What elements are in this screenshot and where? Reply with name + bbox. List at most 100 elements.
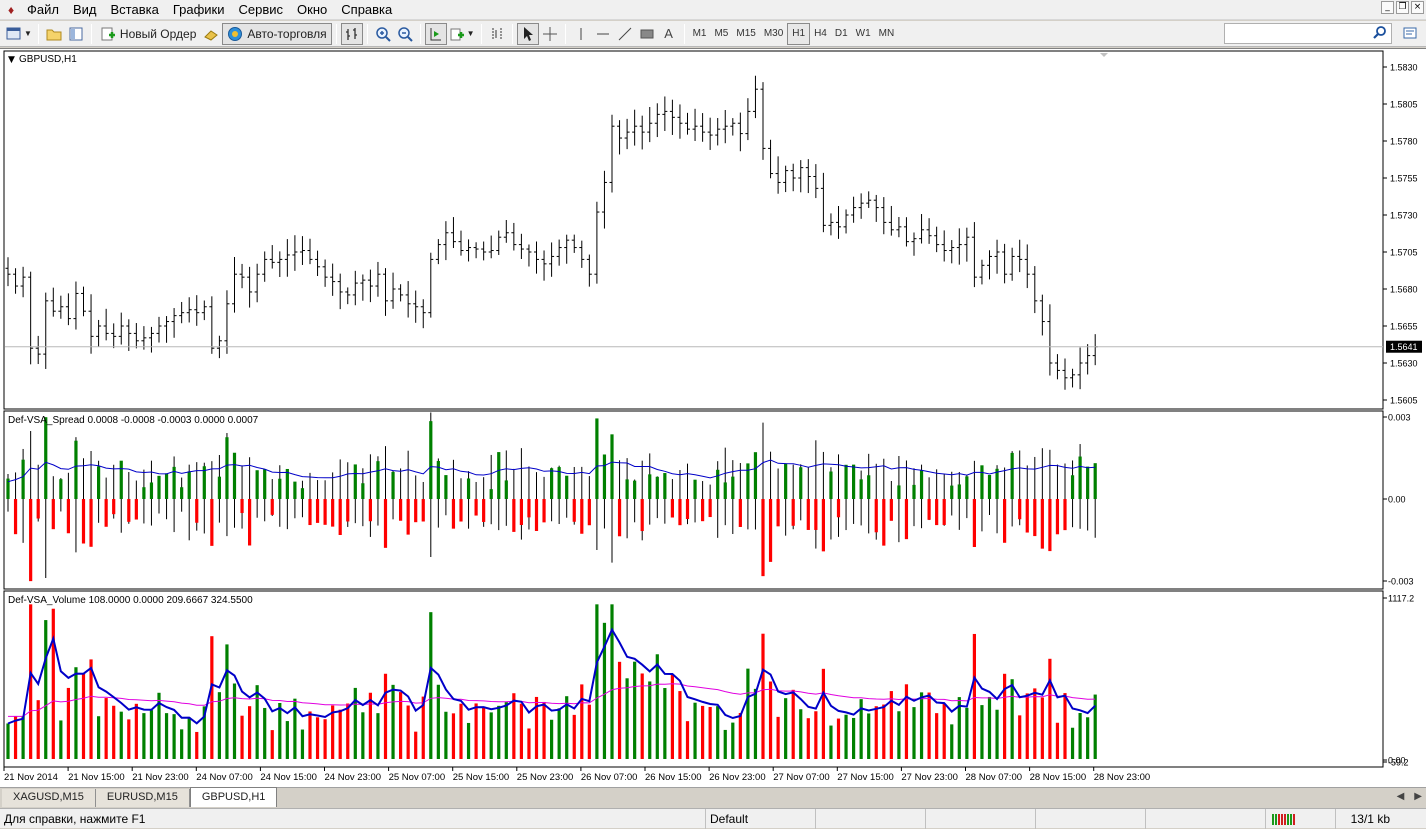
cursor-tool-button[interactable] <box>516 22 539 45</box>
indicators-button[interactable]: ▼ <box>447 23 477 45</box>
symbol-dropdown-icon[interactable]: ▼ <box>8 55 15 65</box>
timeframe-h1[interactable]: H1 <box>787 22 811 45</box>
spread-bull-bar <box>300 488 305 499</box>
zoom-in-button[interactable] <box>372 23 394 45</box>
period-separators-button[interactable] <box>486 23 508 45</box>
autotrade-button[interactable]: Авто-торговля <box>222 22 332 45</box>
menu-view[interactable]: Вид <box>66 0 104 20</box>
spread-bear-bar <box>935 499 939 526</box>
zoom-out-button[interactable] <box>394 23 416 45</box>
volume-bull-bar <box>557 708 561 759</box>
volume-bear-bar <box>195 731 199 759</box>
new-order-button[interactable]: Новый Ордер <box>96 23 200 45</box>
chart-window[interactable]: 1.5830 1.5805 1.5780 1.5755 1.5730 1.5705 1.56… <box>0 48 1426 787</box>
timeframe-h4[interactable]: H4 <box>810 23 831 45</box>
restore-button[interactable]: ❐ <box>1396 1 1409 14</box>
volume-bear-bar <box>1063 693 1067 759</box>
tab-scroll-right-icon[interactable]: ▶ <box>1414 791 1422 802</box>
time-tick-label: 27 Nov 07:00 <box>773 772 830 783</box>
volume-bull-bar <box>1086 717 1090 759</box>
spread-bull-bar <box>1078 456 1082 499</box>
volume-bull-bar <box>919 692 924 759</box>
volume-bull-bar <box>376 713 380 759</box>
tab-xagusd[interactable]: XAGUSD,M15 <box>2 789 96 807</box>
spread-bear-bar <box>1040 499 1044 549</box>
volume-bear-bar <box>768 681 773 759</box>
tab-eurusd[interactable]: EURUSD,M15 <box>95 789 190 807</box>
volume-bull-bar <box>723 729 727 759</box>
timeframe-w1[interactable]: W1 <box>852 23 875 45</box>
spread-bull-bar <box>950 485 954 499</box>
volume-bull-bar <box>829 725 833 759</box>
timeframe-m1[interactable]: M1 <box>689 23 711 45</box>
community-button[interactable] <box>1400 24 1420 44</box>
menu-window[interactable]: Окно <box>290 0 334 20</box>
volume-bull-bar <box>149 710 154 759</box>
volume-bear-bar <box>81 673 86 759</box>
connection-status[interactable] <box>1265 809 1335 829</box>
text-tool-button[interactable]: A <box>658 23 680 45</box>
menu-help[interactable]: Справка <box>334 0 399 20</box>
market-watch-button[interactable] <box>200 23 222 45</box>
autotrade-label: Авто-торговля <box>247 26 327 41</box>
volume-bull-bar <box>6 723 10 759</box>
crosshair-tool-button[interactable] <box>539 23 561 45</box>
volume-bear-bar <box>942 703 946 759</box>
menu-insert[interactable]: Вставка <box>104 0 166 20</box>
timeframe-m5[interactable]: M5 <box>710 23 732 45</box>
search-input[interactable] <box>1224 23 1392 44</box>
spread-bear-bar <box>1033 499 1037 537</box>
app-menu-icon[interactable]: ♦ <box>2 1 20 19</box>
menu-tools[interactable]: Сервис <box>232 0 291 20</box>
toolbar-separator <box>90 23 92 44</box>
time-tick-label: 21 Nov 23:00 <box>132 772 189 783</box>
vertical-line-button[interactable] <box>570 23 592 45</box>
bar-chart-button[interactable] <box>340 22 363 45</box>
volume-bear-bar <box>1055 722 1060 759</box>
spread-bear-bar <box>685 499 690 520</box>
volume-bear-bar <box>1040 697 1044 759</box>
spread-tick-label: 0.003 <box>1388 413 1411 423</box>
toolbar-separator <box>335 23 337 44</box>
time-tick-label: 21 Nov 15:00 <box>68 772 125 783</box>
search-icon[interactable] <box>1372 25 1388 41</box>
spread-bear-bar <box>836 499 841 518</box>
spread-bull-bar <box>852 464 856 499</box>
spread-bear-bar <box>708 499 712 518</box>
volume-bear-bar <box>399 692 403 759</box>
zoom-in-icon <box>375 26 391 42</box>
volume-tick-label: 1117.2 <box>1388 594 1414 604</box>
spread-bull-bar <box>731 476 735 499</box>
tab-gbpusd[interactable]: GBPUSD,H1 <box>189 787 278 807</box>
autoscroll-button[interactable] <box>424 22 447 45</box>
timeframe-d1[interactable]: D1 <box>831 23 852 45</box>
minimize-button[interactable]: _ <box>1381 1 1394 14</box>
toolbar-separator <box>683 23 685 44</box>
spread-bull-bar <box>723 482 727 499</box>
spread-bull-bar <box>217 476 221 499</box>
spread-bull-bar <box>625 479 629 499</box>
close-button[interactable]: × <box>1411 1 1424 14</box>
spread-bear-bar <box>904 499 909 540</box>
navigator-button[interactable] <box>65 23 87 45</box>
menu-file[interactable]: Файл <box>20 0 66 20</box>
spread-bull-bar <box>784 463 788 499</box>
new-chart-button[interactable]: ▼ <box>4 23 34 45</box>
profiles-button[interactable] <box>43 23 65 45</box>
volume-bear-bar <box>527 728 531 759</box>
rectangle-tool-button[interactable] <box>636 23 658 45</box>
trendline-button[interactable] <box>614 23 636 45</box>
timeframe-mn[interactable]: MN <box>875 23 899 45</box>
chart-canvas[interactable]: 1.5830 1.5805 1.5780 1.5755 1.5730 1.5705 1.56… <box>0 49 1426 788</box>
timeframe-m30[interactable]: M30 <box>760 23 787 45</box>
timeframe-m15[interactable]: M15 <box>732 23 759 45</box>
price-pane[interactable] <box>3 50 1384 410</box>
spread-bear-bar <box>414 499 418 523</box>
horizontal-line-button[interactable] <box>592 23 614 45</box>
volume-bear-bar <box>587 704 591 759</box>
volume-bull-bar <box>655 654 659 759</box>
volume-bull-bar <box>610 604 614 759</box>
tab-scroll-left-icon[interactable]: ◀ <box>1397 791 1405 802</box>
price-tick-label: 1.5705 <box>1390 248 1418 258</box>
menu-charts[interactable]: Графики <box>166 0 232 20</box>
